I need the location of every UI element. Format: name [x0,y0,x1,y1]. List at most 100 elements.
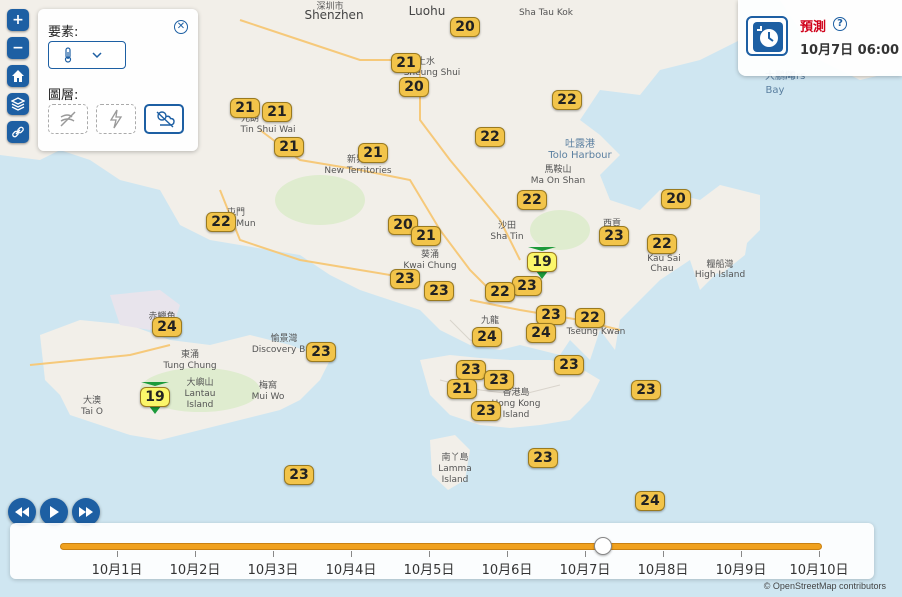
close-panel-button[interactable]: ✕ [174,20,188,34]
temperature-marker[interactable]: 21 [447,379,477,399]
temperature-marker[interactable]: 22 [517,190,547,210]
timeline-tick-label[interactable]: 10月5日 [399,559,459,578]
place-label: Mun [236,219,256,229]
place-label: 大澳 [82,396,102,406]
place-label: Lantau [184,389,216,399]
link-button[interactable] [7,121,29,143]
temperature-marker[interactable]: 23 [528,448,558,468]
lowest-indicator-bar [141,382,169,386]
timeline-tick-label[interactable]: 10月6日 [477,559,537,578]
temperature-marker[interactable]: 23 [554,355,584,375]
timeline-tick [429,551,430,557]
temperature-marker[interactable]: 23 [424,281,454,301]
timeline-tick [351,551,352,557]
temperature-marker[interactable]: 21 [411,226,441,246]
timeline-slider-track[interactable] [60,543,822,550]
temperature-marker[interactable]: 24 [526,323,556,343]
rewind-button[interactable] [8,498,36,526]
place-label: 吐露港 [565,139,595,150]
place-label: 糧船灣 [706,260,734,270]
place-label: 東涌 [180,350,200,360]
place-label: Luohu [408,4,446,18]
temperature-marker[interactable]: 23 [284,465,314,485]
temperature-marker[interactable]: 22 [475,127,505,147]
place-label: Tseung Kwan [566,327,626,337]
help-button[interactable]: ? [833,17,847,31]
forecast-clock-button[interactable] [746,16,788,56]
temperature-marker[interactable]: 23 [390,269,420,289]
temperature-marker[interactable]: 21 [274,137,304,157]
place-label: 愉景灣 [270,334,298,344]
element-select[interactable] [48,41,126,69]
place-label: Island [186,400,214,410]
temperature-marker[interactable]: 23 [536,305,566,325]
temperature-marker[interactable]: 23 [306,342,336,362]
temperature-marker[interactable]: 23 [484,370,514,390]
temperature-marker[interactable]: 23 [512,276,542,296]
layers-button[interactable] [7,93,29,115]
temperature-marker[interactable]: 21 [358,143,388,163]
temperature-marker[interactable]: 24 [635,491,665,511]
timeline-panel: 10月1日 10月2日 10月3日 10月4日 10月5日 10月6日 10月7日 10月8日… [10,523,874,579]
place-label: 深圳市 [316,2,344,12]
fast-forward-icon [79,507,93,517]
timeline-tick-label[interactable]: 10月3日 [243,559,303,578]
place-label: Tai O [81,407,103,417]
temperature-marker[interactable]: 20 [661,189,691,209]
timeline-tick-label[interactable]: 10月4日 [321,559,381,578]
timeline-tick [585,551,586,557]
wind-layer-button[interactable] [48,104,88,134]
temperature-marker[interactable]: 21 [391,53,421,73]
timeline-tick [195,551,196,557]
place-label: 南丫島 [441,453,469,463]
zoom-out-button[interactable]: − [7,37,29,59]
temperature-marker[interactable]: 23 [631,380,661,400]
temperature-marker[interactable]: 20 [399,77,429,97]
temperature-marker[interactable]: 22 [575,308,605,328]
temperature-marker[interactable]: 23 [599,226,629,246]
timeline-tick-label[interactable]: 10月2日 [165,559,225,578]
timeline-tick-label[interactable]: 10月10日 [789,559,849,578]
temperature-marker[interactable]: 24 [472,327,502,347]
weather-layer-button[interactable] [144,104,184,134]
temperature-marker[interactable]: 23 [471,401,501,421]
temperature-marker[interactable]: 22 [552,90,582,110]
timeline-tick [273,551,274,557]
place-label: Kau Sai [647,254,681,264]
place-label: New Territories [324,166,392,176]
zoom-in-button[interactable]: + [7,9,29,31]
place-label: Tolo Harbour [548,150,612,161]
timeline-slider-knob[interactable] [593,537,612,555]
fast-forward-button[interactable] [72,498,100,526]
layers-icon [11,97,25,111]
timeline-tick-label[interactable]: 10月1日 [87,559,147,578]
temperature-marker[interactable]: 22 [647,234,677,254]
place-label: Lamma [438,464,472,474]
home-button[interactable] [7,65,29,87]
temperature-marker[interactable]: 19 [527,252,557,272]
temperature-marker[interactable]: 22 [485,282,515,302]
link-icon [12,126,24,138]
temperature-marker[interactable]: 24 [152,317,182,337]
place-label: 大嶼山 [186,378,214,388]
temperature-marker[interactable]: 21 [230,98,260,118]
rewind-icon [15,507,29,517]
timeline-tick-label[interactable]: 10月7日 [555,559,615,578]
place-label: High Island [694,270,746,280]
forecast-time-badge: 預測 ? 10月7日 06:00 [738,0,902,76]
temperature-marker[interactable]: 21 [262,102,292,122]
timeline-tick-label[interactable]: 10月9日 [711,559,771,578]
place-label: 九龍 [480,316,500,326]
play-button[interactable] [40,498,68,526]
lightning-layer-button[interactable] [96,104,136,134]
temperature-marker[interactable]: 22 [206,212,236,232]
temperature-marker[interactable]: 23 [456,360,486,380]
temperature-marker[interactable]: 20 [450,17,480,37]
timeline-tick-label[interactable]: 10月8日 [633,559,693,578]
plus-icon: + [12,12,24,28]
map-controls: + − [7,9,29,143]
chevron-down-icon [92,52,102,59]
minus-icon: − [12,40,24,56]
lightning-icon [109,109,123,129]
temperature-marker[interactable]: 19 [140,387,170,407]
